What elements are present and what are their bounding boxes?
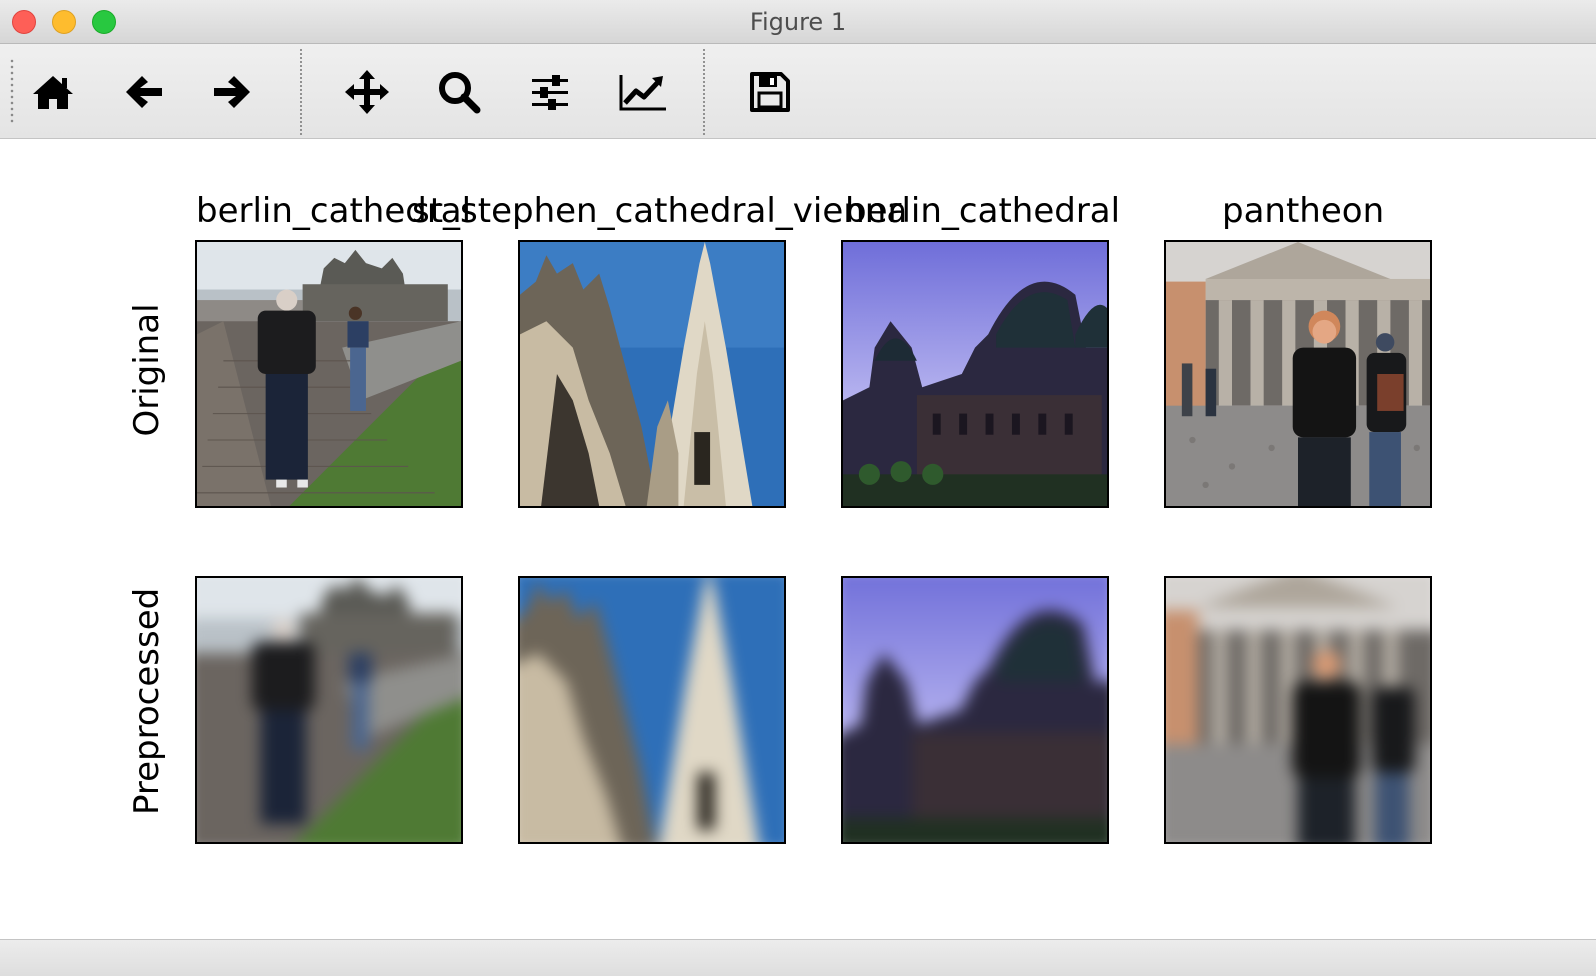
home-icon bbox=[33, 76, 73, 109]
floppy-disk-icon bbox=[750, 72, 790, 112]
figure-canvas[interactable]: berlin_cathedral st_stephen_cathedral_vi… bbox=[0, 139, 1596, 939]
arrow-right-icon bbox=[214, 76, 250, 108]
figure-window: Figure 1 berlin_cathedral st_stephen_cat… bbox=[0, 0, 1596, 976]
toolbar-separator bbox=[703, 48, 705, 136]
subplot-image-berlin-cathedral-dusk-preprocessed bbox=[841, 576, 1109, 844]
zoom-button[interactable] bbox=[433, 68, 485, 116]
title-bar: Figure 1 bbox=[0, 0, 1596, 44]
subplot-image-berlin-cathedral-preprocessed bbox=[195, 576, 463, 844]
subplot-image-pantheon-preprocessed bbox=[1164, 576, 1432, 844]
toolbar-separator bbox=[300, 48, 302, 136]
subplot-title: pantheon bbox=[1222, 191, 1385, 231]
subplot-image-berlin-cathedral-original bbox=[195, 240, 463, 508]
photo-gothic-spire-blurred bbox=[520, 578, 784, 842]
line-chart-icon bbox=[619, 75, 666, 111]
back-button[interactable] bbox=[118, 68, 170, 116]
save-button[interactable] bbox=[744, 68, 796, 116]
photo-pantheon-people-blurred bbox=[1166, 578, 1430, 842]
status-bar bbox=[0, 939, 1596, 976]
navigation-toolbar bbox=[0, 44, 1596, 139]
photo-pantheon-people bbox=[1166, 242, 1430, 506]
sliders-icon bbox=[532, 75, 568, 110]
toolbar-grip-handle[interactable] bbox=[10, 58, 14, 124]
arrow-left-icon bbox=[126, 76, 162, 108]
photo-domed-cathedral-blurred bbox=[843, 578, 1107, 842]
configure-subplots-button[interactable] bbox=[524, 68, 576, 116]
subplot-title: berlin_cathedral bbox=[845, 191, 1121, 231]
photo-person-cathedral-blurred bbox=[197, 578, 461, 842]
pan-button[interactable] bbox=[341, 68, 393, 116]
subplot-image-pantheon-original bbox=[1164, 240, 1432, 508]
photo-person-cathedral bbox=[197, 242, 461, 506]
window-title: Figure 1 bbox=[749, 8, 847, 36]
subplot-image-berlin-cathedral-dusk-original bbox=[841, 240, 1109, 508]
row-label-original: Original bbox=[127, 303, 167, 437]
photo-gothic-spire bbox=[520, 242, 784, 506]
subplot-title: st_stephen_cathedral_vienna bbox=[412, 191, 908, 231]
edit-axes-button[interactable] bbox=[617, 68, 669, 116]
subplot-image-st-stephen-preprocessed bbox=[518, 576, 786, 844]
subplot-image-st-stephen-original bbox=[518, 240, 786, 508]
photo-domed-cathedral bbox=[843, 242, 1107, 506]
magnifier-icon bbox=[439, 72, 481, 114]
row-label-preprocessed: Preprocessed bbox=[127, 587, 167, 815]
forward-button[interactable] bbox=[206, 68, 258, 116]
move-icon bbox=[345, 70, 389, 114]
home-button[interactable] bbox=[27, 68, 79, 116]
